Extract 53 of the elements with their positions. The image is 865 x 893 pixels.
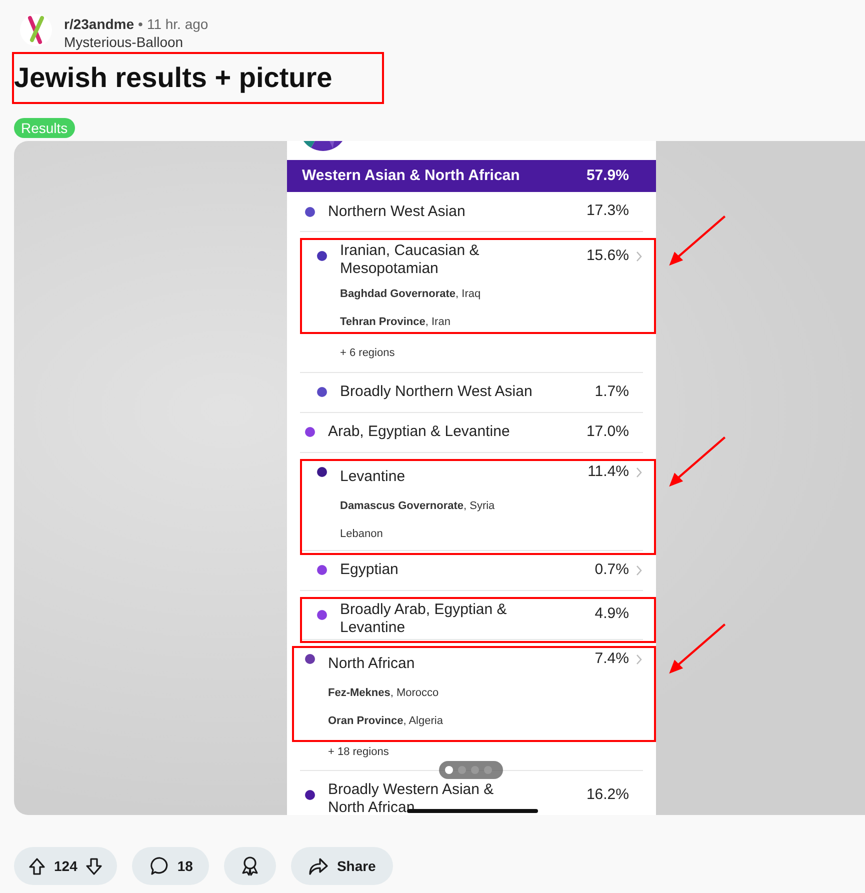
ancestry-percent: 11.4% [586, 462, 629, 482]
page-dot[interactable] [458, 766, 466, 774]
page-dot[interactable] [484, 766, 492, 774]
ancestry-percent: 16.2% [585, 784, 629, 805]
region-text: Damascus Governorate, Syria [339, 498, 496, 514]
more-regions-link[interactable]: + 6 regions [300, 338, 395, 372]
ancestry-name[interactable]: North African [328, 645, 559, 673]
ancestry-percent: 4.9% [594, 604, 629, 624]
ancestry-name[interactable]: Egyptian [340, 561, 559, 579]
ancestry-percent: 17.3% [585, 201, 629, 222]
ancestry-name[interactable]: Arab, Egyptian & Levantine [328, 423, 559, 441]
region-text: Oran Province, Algeria [327, 714, 444, 728]
comment-icon [150, 856, 170, 876]
author-name[interactable]: Mysterious-Balloon [64, 35, 208, 50]
region-text: Baghdad Governorate, Iraq [339, 287, 482, 302]
share-icon [308, 856, 329, 876]
chevron-icon[interactable] [636, 466, 643, 478]
avatar-icon[interactable] [20, 14, 52, 46]
award-button[interactable] [224, 847, 276, 885]
ancestry-name[interactable]: Broadly Arab, Egyptian & Levantine [340, 590, 559, 638]
ancestry-name[interactable]: Broadly Northern West Asian [340, 383, 559, 401]
ancestry-percent: 15.6% [585, 246, 629, 266]
more-regions-link[interactable]: + 18 regions [300, 736, 389, 770]
share-button[interactable]: Share [290, 847, 393, 885]
region-text: Lebanon [339, 526, 384, 542]
ancestry-percent: 7.4% [594, 648, 629, 669]
ancestry-percent: 0.7% [594, 560, 629, 580]
ancestry-name[interactable]: Levantine [340, 458, 559, 486]
page-dot[interactable] [445, 766, 453, 774]
ancestry-percent: 17.0% [585, 422, 629, 442]
upvote-button[interactable] [28, 856, 46, 876]
ancestry-percent: 1.7% [594, 382, 629, 402]
post-title: Jewish results + picture [14, 61, 334, 95]
ancestry-name[interactable]: Iranian, Caucasian & Mesopotamian [340, 232, 559, 280]
chevron-icon[interactable] [636, 654, 643, 664]
downvote-button[interactable] [85, 856, 104, 876]
comments-button[interactable]: 18 [132, 847, 209, 885]
chevron-icon[interactable] [636, 564, 643, 576]
award-icon [240, 856, 259, 876]
chevron-icon[interactable] [636, 250, 643, 262]
ancestry-name[interactable]: Northern West Asian [328, 202, 559, 220]
region-text: Fez-Meknes, Morocco [327, 686, 440, 700]
downvote-icon [85, 856, 104, 876]
category-name: Western Asian & North African [302, 166, 520, 186]
upvote-icon [28, 856, 46, 876]
separator: • [138, 15, 143, 34]
category-percent: 57.9% [586, 166, 629, 186]
vote-count: 124 [54, 856, 78, 876]
region-text: Tehran Province, Iran [339, 315, 452, 330]
subreddit-link[interactable]: r/23andme [64, 14, 134, 35]
ancestry-name[interactable]: Broadly Western Asian & North African [328, 771, 559, 815]
post-time: 11 hr. ago [146, 15, 208, 34]
page-dot[interactable] [471, 766, 479, 774]
